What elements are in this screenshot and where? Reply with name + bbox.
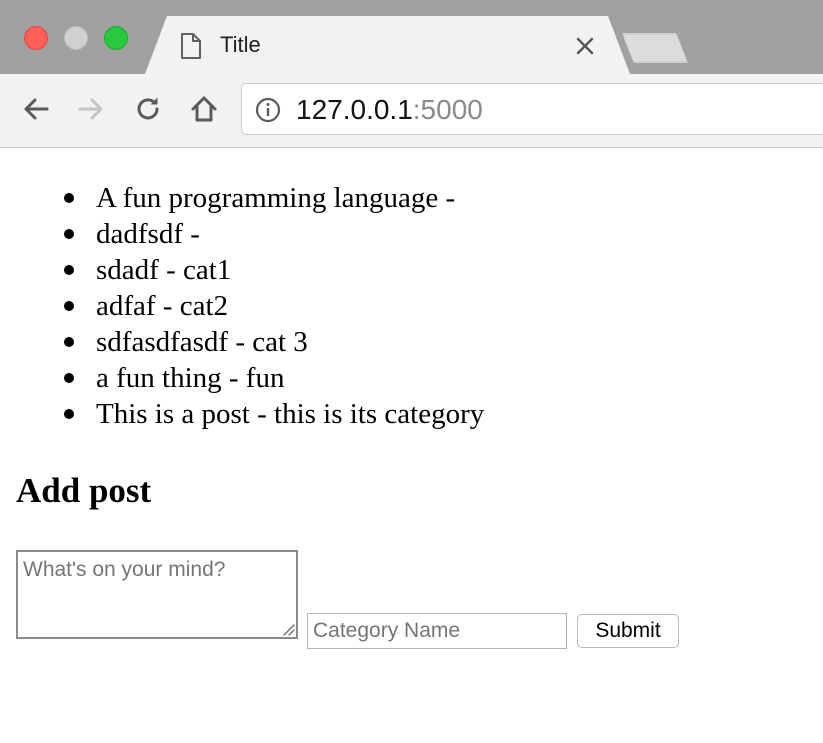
post-text: sdadf - cat1 xyxy=(96,254,232,286)
forward-arrow-icon[interactable] xyxy=(76,94,106,124)
new-tab-shape xyxy=(624,35,686,61)
bullet-icon xyxy=(64,373,74,383)
list-item: This is a post - this is its category xyxy=(64,396,485,432)
post-textarea[interactable] xyxy=(16,550,298,639)
url-text: 127.0.0.1:5000 xyxy=(296,93,483,127)
browser-tab[interactable]: Title xyxy=(145,16,630,74)
post-list: A fun programming language - dadfsdf - s… xyxy=(64,180,485,432)
address-bar[interactable]: 127.0.0.1:5000 xyxy=(241,83,823,135)
post-text: A fun programming language - xyxy=(96,182,456,214)
post-text: dadfsdf - xyxy=(96,218,200,250)
toolbar: 127.0.0.1:5000 xyxy=(0,74,823,147)
close-icon[interactable] xyxy=(575,36,595,56)
page-content: A fun programming language - dadfsdf - s… xyxy=(0,148,823,743)
minimize-window-icon[interactable] xyxy=(64,26,88,50)
maximize-window-icon[interactable] xyxy=(104,26,128,50)
new-tab-button[interactable] xyxy=(622,33,688,63)
list-item: dadfsdf - xyxy=(64,216,484,252)
reload-icon[interactable] xyxy=(133,94,163,124)
close-window-icon[interactable] xyxy=(24,26,48,50)
post-text: This is a post - this is its category xyxy=(96,398,485,430)
home-icon[interactable] xyxy=(189,94,219,124)
url-port: :5000 xyxy=(412,94,483,125)
bullet-icon xyxy=(64,193,74,203)
browser-chrome: Title 127.0.0.1:5000 xyxy=(0,0,823,148)
bullet-icon xyxy=(64,265,74,275)
url-host: 127.0.0.1 xyxy=(296,94,413,125)
post-text: sdfasdfasdf - cat 3 xyxy=(96,326,308,358)
page-icon xyxy=(181,33,201,59)
tab-strip: Title xyxy=(0,0,823,74)
list-item: a fun thing - fun xyxy=(64,360,484,396)
bullet-icon xyxy=(64,337,74,347)
add-post-heading: Add post xyxy=(16,471,152,510)
tab-title: Title xyxy=(220,32,261,57)
bullet-icon xyxy=(64,301,74,311)
back-arrow-icon[interactable] xyxy=(21,94,51,124)
list-item: A fun programming language - xyxy=(64,180,484,216)
info-icon[interactable] xyxy=(255,97,281,123)
bullet-icon xyxy=(64,409,74,419)
post-text: a fun thing - fun xyxy=(96,362,285,394)
submit-button[interactable]: Submit xyxy=(577,614,679,648)
list-item: adfaf - cat2 xyxy=(64,288,484,324)
category-input[interactable] xyxy=(307,613,567,649)
post-text: adfaf - cat2 xyxy=(96,290,229,322)
list-item: sdfasdfasdf - cat 3 xyxy=(64,324,484,360)
list-item: sdadf - cat1 xyxy=(64,252,484,288)
bullet-icon xyxy=(64,229,74,239)
resize-handle-icon[interactable] xyxy=(281,622,295,636)
post-textarea-wrap xyxy=(16,550,298,639)
